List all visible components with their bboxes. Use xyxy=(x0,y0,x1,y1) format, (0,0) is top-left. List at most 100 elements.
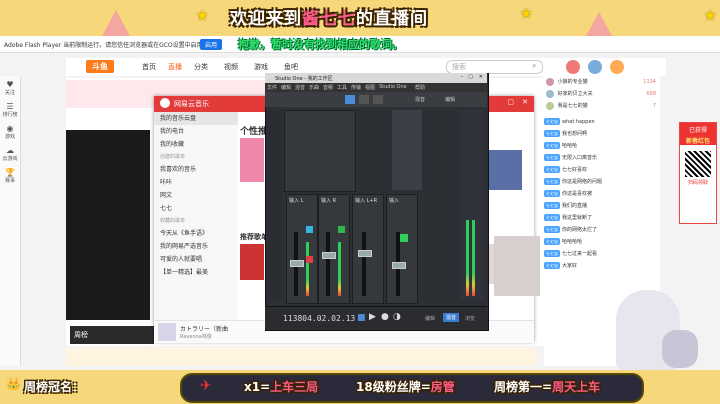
flash-enable-button[interactable]: 启用 xyxy=(200,39,223,50)
sidebar-item-cloud[interactable]: ☁ 云游戏 xyxy=(0,146,20,168)
nav-item-home[interactable]: 首页 xyxy=(142,62,156,72)
mixer-channel-strip: 输入 L xyxy=(286,194,318,304)
chat-message: 七七宝 七七好喜欢 xyxy=(544,166,588,173)
channel-name: 输入 xyxy=(389,198,400,204)
user-avatar[interactable] xyxy=(610,60,624,74)
ne-item-liked[interactable]: 我喜欢的音乐 xyxy=(154,163,238,176)
nav-item-category[interactable]: 分类 xyxy=(194,62,208,72)
volume-fader[interactable] xyxy=(362,232,366,296)
history-icon[interactable] xyxy=(588,60,602,74)
time-counter[interactable]: 113804.02.02.13 xyxy=(283,314,355,323)
rank-row[interactable]: 我是七七的猫 7 xyxy=(544,100,660,112)
nav-item-video[interactable]: 视频 xyxy=(224,62,238,72)
star-icon: ★ xyxy=(704,8,717,24)
sidebar-item-event[interactable]: 🏆 赛事 xyxy=(0,168,20,190)
sidebar-item-rank[interactable]: ☰ 排行榜 xyxy=(0,102,20,124)
maximize-icon[interactable]: ▢ xyxy=(468,74,473,80)
close-icon[interactable]: ✕ xyxy=(479,74,483,80)
notification-icon[interactable] xyxy=(566,60,580,74)
rank-row[interactable]: 小狼的专业猫 1134 xyxy=(544,76,660,88)
crown-icon: 👑 xyxy=(6,377,21,391)
user-avatar xyxy=(546,77,554,86)
toolbar-mix-label[interactable]: 混音 xyxy=(415,96,425,103)
ne-item-fav[interactable]: 【单一精选】最美 xyxy=(154,266,238,279)
channel-name: 输入 L xyxy=(289,198,304,204)
record-icon[interactable]: ● xyxy=(381,312,389,322)
view-tab-edit[interactable]: 编辑 xyxy=(425,315,435,322)
menu-song[interactable]: 乐曲 xyxy=(309,84,319,91)
nav-item-live[interactable]: 直播 xyxy=(168,62,182,72)
chat-message: 七七宝 哈哈哈 xyxy=(544,142,578,149)
ad-line2: 新春红包 xyxy=(680,136,716,145)
menu-file[interactable]: 文件 xyxy=(267,84,277,91)
menu-mix[interactable]: 混音 xyxy=(295,84,305,91)
menu-tools[interactable]: 工具 xyxy=(337,84,347,91)
search-input[interactable]: 搜索 xyxy=(446,60,543,74)
range-tool-icon[interactable] xyxy=(359,95,369,104)
monitor-button[interactable] xyxy=(306,226,313,233)
toolbar-edit-label[interactable]: 编辑 xyxy=(445,96,455,103)
ad-line3: 扫码领取 xyxy=(687,180,708,186)
play-icon[interactable]: ▶ xyxy=(369,312,376,322)
arrow-tool-icon[interactable] xyxy=(345,95,355,104)
ne-player-cover[interactable] xyxy=(158,323,176,341)
close-icon[interactable]: ✕ xyxy=(522,98,528,106)
sidebar-item-follow[interactable]: ♥ 关注 xyxy=(0,80,20,102)
ne-playlist-cover[interactable] xyxy=(488,150,522,190)
record-arm-button[interactable] xyxy=(306,256,313,263)
menu-help[interactable]: 帮助 xyxy=(415,84,425,91)
chat-message: 七七宝 哈哈哈哈 xyxy=(544,238,583,245)
studio-toolbar: 混音 编辑 xyxy=(265,92,487,107)
minimize-icon[interactable]: – xyxy=(461,74,464,80)
site-logo[interactable]: 斗鱼 xyxy=(86,60,114,73)
ne-item-created[interactable]: 咔咔 xyxy=(154,176,238,189)
maximize-icon[interactable]: ▢ xyxy=(507,98,514,106)
sponsor-item-3: 周榜第一=周天上车 xyxy=(494,380,601,394)
fader-handle[interactable] xyxy=(290,260,304,267)
monitor-button[interactable] xyxy=(338,226,345,233)
sidebar-item-game[interactable]: ◉ 游戏 xyxy=(0,124,20,146)
star-icon: ★ xyxy=(196,8,209,24)
loop-icon[interactable]: ■ xyxy=(357,313,366,323)
menu-edit[interactable]: 编辑 xyxy=(281,84,291,91)
ne-item-collect[interactable]: 我的收藏 xyxy=(154,138,238,151)
chat-message: 七七宝 我也想问啊 xyxy=(544,130,588,137)
channel-name: 输入 L+R xyxy=(355,198,378,204)
ne-item-fav[interactable]: 我的网易严选音乐 xyxy=(154,240,238,253)
menu-studio-one[interactable]: Studio One xyxy=(379,84,407,90)
ne-item-created[interactable]: 七七 xyxy=(154,202,238,215)
ne-album-cover[interactable] xyxy=(240,138,264,182)
fader-handle[interactable] xyxy=(358,250,372,257)
studio-insert-panel xyxy=(392,110,422,190)
search-icon[interactable]: ⌕ xyxy=(532,61,536,71)
menu-transport[interactable]: 传输 xyxy=(351,84,361,91)
menu-view[interactable]: 视图 xyxy=(365,84,375,91)
ad-line1: 已获得 xyxy=(680,123,716,136)
ne-playlist-cover[interactable] xyxy=(240,244,264,280)
nav-item-yuba[interactable]: 鱼吧 xyxy=(284,62,298,72)
fader-handle[interactable] xyxy=(392,262,406,269)
fader-handle[interactable] xyxy=(322,252,336,259)
chat-message: 七七宝 无限入口离音乐 xyxy=(544,154,598,161)
monitor-button[interactable] xyxy=(400,234,408,242)
view-tab-browse[interactable]: 浏览 xyxy=(465,315,475,322)
banner-title: 欢迎来到酱七七的直播间 xyxy=(230,9,428,29)
promo-ad[interactable]: 已获得 新春红包 扫码领取 xyxy=(679,122,717,224)
ne-item-cloud[interactable]: 我的音乐云盘 xyxy=(154,112,238,125)
view-tab-mix[interactable]: 混音 xyxy=(443,313,460,322)
menu-audio[interactable]: 音频 xyxy=(323,84,333,91)
rank-row[interactable]: 好家的贝立大关 688 xyxy=(544,88,660,100)
ne-item-radio[interactable]: 我的电台 xyxy=(154,125,238,138)
ne-item-fav[interactable]: 今天从《鱼手语》 xyxy=(154,227,238,240)
mixer-channel-strip: 输入 L+R xyxy=(352,194,384,304)
metronome-icon[interactable]: ◑ xyxy=(393,312,401,322)
cat-ear-left xyxy=(102,10,130,36)
chat-message: 七七宝 你这是喜欢被 xyxy=(544,190,593,197)
nav-item-game[interactable]: 游戏 xyxy=(254,62,268,72)
ne-item-created[interactable]: 网文 xyxy=(154,189,238,202)
chat-message: 七七宝 我这里就断了 xyxy=(544,214,593,221)
pencil-tool-icon[interactable] xyxy=(373,95,383,104)
volume-fader[interactable] xyxy=(326,232,330,296)
master-meter xyxy=(472,220,475,296)
ne-item-fav[interactable]: 可爱的人就要唱 xyxy=(154,253,238,266)
